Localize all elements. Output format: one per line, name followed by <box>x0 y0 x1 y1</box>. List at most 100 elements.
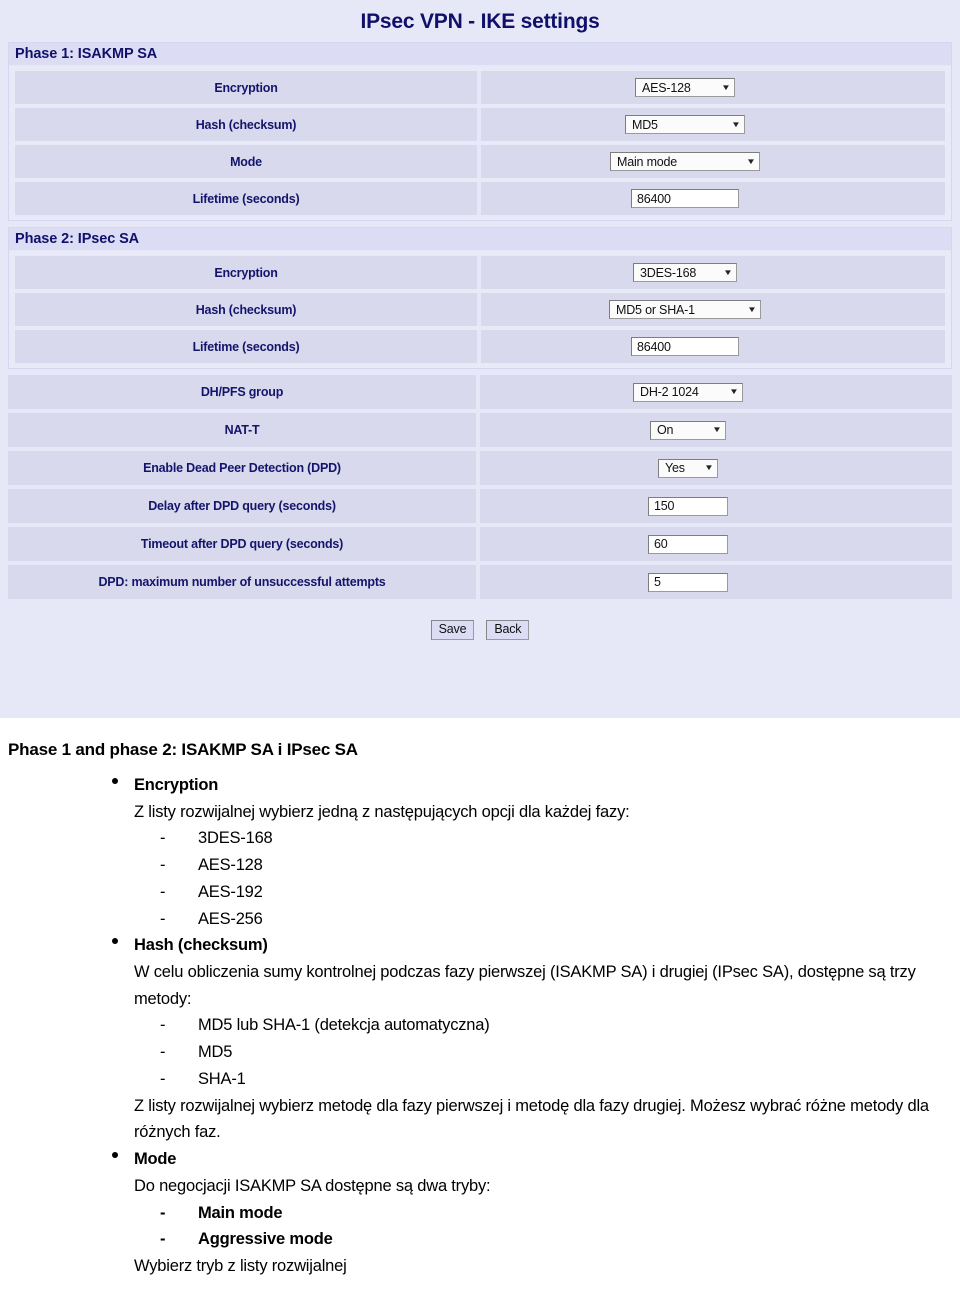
row-label: Hash (checksum) <box>195 302 297 317</box>
sub-list-label: SHA-1 <box>198 1069 246 1088</box>
select-value: On <box>657 423 674 437</box>
sub-list-label: Aggressive mode <box>198 1230 333 1249</box>
dash-icon: - <box>160 1230 166 1249</box>
phase-2-panel: Phase 2: IPsec SA Encryption 3DES-168 ▼ <box>8 227 952 369</box>
save-button[interactable]: Save <box>430 619 475 641</box>
dash-icon: - <box>160 1043 166 1062</box>
sub-list-item: - MD5 <box>160 1039 960 1066</box>
dash-icon: - <box>160 829 166 848</box>
chevron-down-icon: ▼ <box>729 387 739 396</box>
global-settings-panel: DH/PFS group DH-2 1024 ▼ NAT-T On ▼ Enab… <box>8 375 952 599</box>
page-title: IPsec VPN - IKE settings <box>360 10 600 33</box>
dash-icon: - <box>160 909 166 928</box>
sub-list: - 3DES-168 - AES-128 - AES-192 - AES-256 <box>134 825 960 932</box>
bullet-dot-icon <box>112 778 118 784</box>
bullet-dot-icon <box>112 1152 118 1159</box>
bullet-paragraph-after: Wybierz tryb z listy rozwijalnej <box>134 1256 347 1275</box>
input-value: 150 <box>654 499 675 513</box>
row-label: Delay after DPD query (seconds) <box>148 499 336 513</box>
sub-list-item: - AES-192 <box>160 879 960 906</box>
sub-list-label: AES-256 <box>198 909 263 928</box>
phase-1-header: Phase 1: ISAKMP SA <box>9 43 951 66</box>
form-row-enable-dpd: Enable Dead Peer Detection (DPD) Yes ▼ <box>8 451 952 485</box>
label-cell: Timeout after DPD query (seconds) <box>8 527 480 561</box>
dash-icon: - <box>160 856 166 875</box>
label-cell: NAT-T <box>8 413 480 447</box>
hash-phase1-select[interactable]: MD5 ▼ <box>625 115 745 134</box>
bullet-paragraph: W celu obliczenia sumy kontrolnej podcza… <box>134 963 916 1008</box>
label-cell: Encryption <box>15 256 481 289</box>
label-cell: Encryption <box>15 71 481 104</box>
label-cell: Delay after DPD query (seconds) <box>8 489 480 523</box>
row-label: Timeout after DPD query (seconds) <box>140 537 344 551</box>
value-cell: 150 <box>480 489 952 523</box>
sub-list-item: - Aggressive mode <box>160 1226 960 1253</box>
form-row-dpd-timeout: Timeout after DPD query (seconds) 60 <box>8 527 952 561</box>
label-cell: Hash (checksum) <box>15 108 481 141</box>
value-cell: MD5 ▼ <box>481 108 945 141</box>
chevron-down-icon: ▼ <box>747 304 757 314</box>
value-cell: MD5 or SHA-1 ▼ <box>481 293 945 326</box>
bullet-dot-icon <box>112 938 118 945</box>
dpd-timeout-input[interactable]: 60 <box>648 534 728 554</box>
document-body: Phase 1 and phase 2: ISAKMP SA i IPsec S… <box>0 718 960 1301</box>
form-actions: Save Back <box>8 609 952 651</box>
sub-list-item: - AES-256 <box>160 906 960 933</box>
bullet-title: Encryption <box>134 776 219 794</box>
nat-t-select[interactable]: On ▼ <box>650 420 726 440</box>
input-value: 86400 <box>637 339 671 354</box>
form-row-lifetime-phase2: Lifetime (seconds) 86400 <box>15 330 945 363</box>
encryption-phase1-select[interactable]: AES-128 ▼ <box>635 78 735 97</box>
dh-pfs-group-select[interactable]: DH-2 1024 ▼ <box>633 382 743 402</box>
chevron-down-icon: ▼ <box>704 463 714 472</box>
select-value: 3DES-168 <box>640 265 697 280</box>
form-row-encryption-phase1: Encryption AES-128 ▼ <box>15 71 945 104</box>
lifetime-phase1-input[interactable]: 86400 <box>631 189 739 208</box>
mode-phase1-select[interactable]: Main mode ▼ <box>610 152 760 171</box>
dpd-delay-input[interactable]: 150 <box>648 496 728 516</box>
bullet-list: Encryption Z listy rozwijalnej wybierz j… <box>0 772 960 1280</box>
label-cell: DH/PFS group <box>8 375 480 409</box>
lifetime-phase2-input[interactable]: 86400 <box>631 337 739 356</box>
value-cell: AES-128 ▼ <box>481 71 945 104</box>
chevron-down-icon: ▼ <box>712 425 722 434</box>
sub-list: - MD5 lub SHA-1 (detekcja automatyczna) … <box>134 1012 960 1092</box>
sub-list-item: - 3DES-168 <box>160 825 960 852</box>
sub-list-label: MD5 lub SHA-1 (detekcja automatyczna) <box>198 1016 490 1035</box>
row-label: Lifetime (seconds) <box>192 339 300 354</box>
chevron-down-icon: ▼ <box>721 82 731 92</box>
label-cell: Mode <box>15 145 481 178</box>
value-cell: 5 <box>480 565 952 599</box>
phase-2-rows: Encryption 3DES-168 ▼ Hash (checksum) MD… <box>9 251 951 368</box>
select-value: Yes <box>665 461 685 475</box>
value-cell: 60 <box>480 527 952 561</box>
bullet-paragraph: Z listy rozwijalnej wybierz jedną z nast… <box>134 802 630 821</box>
select-value: MD5 or SHA-1 <box>616 302 695 317</box>
value-cell: 86400 <box>481 330 945 363</box>
section-heading: Phase 1 and phase 2: ISAKMP SA i IPsec S… <box>8 740 358 759</box>
sub-list-item: - MD5 lub SHA-1 (detekcja automatyczna) <box>160 1012 960 1039</box>
enable-dpd-select[interactable]: Yes ▼ <box>658 458 718 478</box>
form-row-dh-pfs-group: DH/PFS group DH-2 1024 ▼ <box>8 375 952 409</box>
chevron-down-icon: ▼ <box>731 119 741 129</box>
label-cell: Enable Dead Peer Detection (DPD) <box>8 451 480 485</box>
hash-phase2-select[interactable]: MD5 or SHA-1 ▼ <box>609 300 761 319</box>
sub-list-label: Main mode <box>198 1203 283 1222</box>
sub-list: - Main mode - Aggressive mode <box>134 1200 960 1253</box>
sub-list-label: MD5 <box>198 1043 233 1062</box>
select-value: Main mode <box>617 154 678 169</box>
label-cell: Hash (checksum) <box>15 293 481 326</box>
back-button[interactable]: Back <box>486 619 530 641</box>
value-cell: Yes ▼ <box>480 451 952 485</box>
dpd-max-attempts-input[interactable]: 5 <box>648 572 728 592</box>
dash-icon: - <box>160 1069 166 1088</box>
input-value: 86400 <box>637 191 671 206</box>
list-item: Mode Do negocjacji ISAKMP SA dostępne są… <box>0 1146 960 1280</box>
value-cell: Main mode ▼ <box>481 145 945 178</box>
bullet-title: Mode <box>134 1150 177 1169</box>
form-row-nat-t: NAT-T On ▼ <box>8 413 952 447</box>
encryption-phase2-select[interactable]: 3DES-168 ▼ <box>633 263 737 282</box>
value-cell: DH-2 1024 ▼ <box>480 375 952 409</box>
form-row-hash-phase1: Hash (checksum) MD5 ▼ <box>15 108 945 141</box>
input-value: 60 <box>654 537 668 551</box>
